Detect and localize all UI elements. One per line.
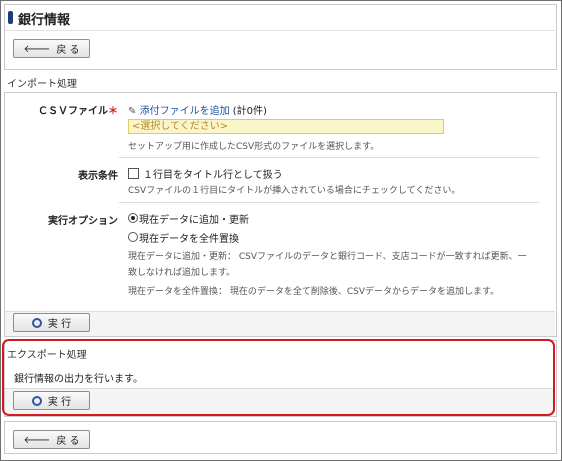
append-hint-line2: 致しなければ追加します。 <box>128 268 236 278</box>
csv-file-label: ＣＳＶファイル＊ <box>38 106 118 117</box>
export-highlight-outline <box>2 339 555 416</box>
append-hint-line1: 現在データに追加・更新： CSVファイルのデータと銀行コード、支店コードが一致す… <box>128 252 527 262</box>
option-replace-radio[interactable] <box>128 232 138 242</box>
header-panel <box>4 4 557 70</box>
title-row-checkbox[interactable] <box>128 168 139 179</box>
row-divider <box>119 202 539 203</box>
csv-file-hint: セットアップ用に作成したCSV形式のファイルを選択します。 <box>128 142 380 152</box>
option-replace-label: 現在データを全件置換 <box>139 234 239 245</box>
page-title: 銀行情報 <box>18 13 71 28</box>
circle-icon <box>31 317 42 328</box>
import-run-button[interactable]: 実 行 <box>13 313 90 332</box>
replace-hint: 現在データを全件置換： 現在のデータを全て削除後、CSVデータからデータを追加し… <box>128 287 500 297</box>
option-append-label: 現在データに追加・更新 <box>139 215 249 226</box>
back-button-label: 戻 る <box>56 45 80 56</box>
attachment-count: (計0件) <box>232 106 267 117</box>
title-row-checkbox-label: １行目をタイトル行として扱う <box>143 170 283 181</box>
row-divider <box>119 157 539 158</box>
arrow-left-icon: 🡐 <box>23 434 51 446</box>
required-mark: ＊ <box>108 106 118 117</box>
display-condition-label: 表示条件 <box>78 171 118 182</box>
attach-file-row: ✎ 添付ファイルを追加 (計0件) <box>128 102 267 117</box>
back-button-label: 戻 る <box>56 436 80 447</box>
import-run-label: 実 行 <box>47 319 72 330</box>
option-append-radio[interactable] <box>128 213 138 223</box>
display-condition-hint: CSVファイルの１行目にタイトルが挿入されている場合にチェックしてください。 <box>128 186 461 196</box>
import-section-label: インポート処理 <box>7 79 77 90</box>
add-attachment-link[interactable]: 添付ファイルを追加 <box>140 106 230 117</box>
arrow-left-icon: 🡐 <box>23 43 51 55</box>
execution-option-label: 実行オプション <box>48 216 118 227</box>
title-marker <box>8 11 13 24</box>
back-button-bottom[interactable]: 🡐 戻 る <box>13 430 90 449</box>
back-button-top[interactable]: 🡐 戻 る <box>13 39 90 58</box>
csv-file-select[interactable]: <選択してください> <box>128 119 444 134</box>
header-divider <box>5 30 555 31</box>
paperclip-icon: ✎ <box>128 106 137 117</box>
